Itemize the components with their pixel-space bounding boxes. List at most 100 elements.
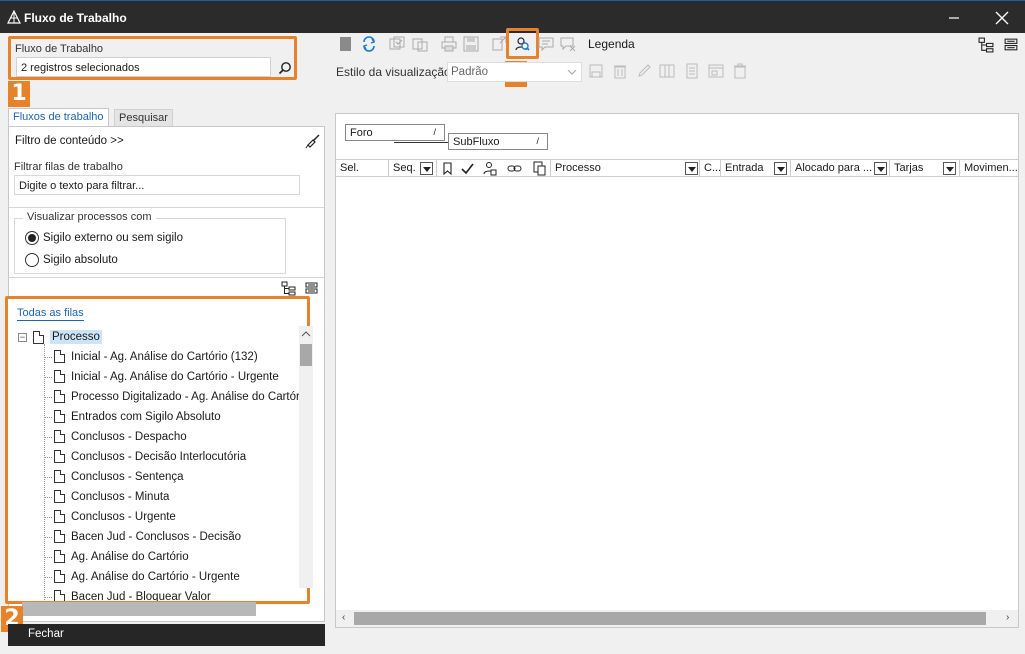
queue-item[interactable]: Conclusos - Decisão Interlocutória	[44, 450, 247, 463]
check-all-icon[interactable]	[389, 36, 405, 52]
view-style-value: Padrão	[451, 66, 489, 78]
tree-view-icon[interactable]	[978, 37, 994, 53]
queue-item[interactable]: Entrados com Sigilo Absoluto	[44, 410, 221, 423]
queue-item[interactable]: Conclusos - Despacho	[44, 430, 187, 443]
scroll-thumb[interactable]	[300, 344, 312, 366]
queue-item[interactable]: Ag. Análise do Cartório - Urgente	[44, 570, 240, 583]
queue-item-label: Conclusos - Decisão Interlocutória	[71, 450, 247, 463]
workflow-selector: Fluxo de Trabalho 2 registros selecionad…	[8, 36, 297, 80]
collapse-icon[interactable]: −	[18, 332, 27, 342]
scroll-up-arrow-icon[interactable]	[299, 328, 313, 340]
radio-external-secrecy[interactable]: Sigilo externo ou sem sigilo	[25, 231, 183, 245]
export-icon[interactable]	[491, 36, 507, 52]
save-style-icon[interactable]	[588, 63, 604, 79]
tree-root-processo[interactable]: − Processo	[18, 330, 102, 344]
column-entrada[interactable]: Entrada	[721, 160, 791, 177]
list-view-icon[interactable]	[304, 281, 319, 296]
edit-style-icon[interactable]	[636, 63, 652, 79]
link-icon[interactable]	[507, 161, 522, 176]
grid-horizontal-scrollbar[interactable]: ‹ ›	[336, 610, 1018, 627]
queue-item[interactable]: Conclusos - Minuta	[44, 490, 169, 503]
divider	[9, 207, 324, 208]
queue-item[interactable]: Processo Digitalizado - Ag. Análise do C…	[44, 390, 302, 403]
column-tarjas[interactable]: Tarjas	[890, 160, 960, 177]
search-icon	[278, 62, 291, 75]
column-seq[interactable]: Seq.	[389, 160, 437, 177]
legend-button[interactable]: Legenda	[588, 37, 635, 51]
queue-item[interactable]: Inicial - Ag. Análise do Cartório (132)	[44, 350, 258, 363]
column-c[interactable]: C...	[700, 160, 721, 177]
scroll-right-arrow-icon[interactable]: ›	[1006, 612, 1009, 623]
filter-dropdown-icon[interactable]	[420, 162, 433, 175]
workflow-search-button[interactable]	[275, 58, 295, 78]
clear-filter-brush-icon[interactable]	[305, 133, 321, 149]
filter-dropdown-icon[interactable]	[943, 162, 956, 175]
copy-icon[interactable]	[412, 36, 428, 52]
bookmark-icon[interactable]	[440, 161, 455, 176]
save-icon[interactable]	[463, 36, 479, 52]
queue-item[interactable]: Inicial - Ag. Análise do Cartório - Urge…	[44, 370, 279, 383]
scroll-left-arrow-icon[interactable]: ‹	[342, 612, 345, 623]
tree-view-icon[interactable]	[281, 281, 296, 296]
visualize-legend: Visualizar processos com	[23, 211, 156, 223]
refresh-icon[interactable]	[361, 36, 377, 52]
view-style-label: Estilo da visualização	[336, 65, 451, 79]
grid-header: Sel. Seq. Processo C... Entrada Alocado …	[336, 159, 1018, 177]
group-chip-subfluxo[interactable]: SubFluxo /	[448, 133, 548, 150]
document-icon	[54, 430, 65, 443]
delete-style-icon[interactable]	[612, 63, 628, 79]
find-responsible-icon[interactable]	[514, 36, 530, 52]
save-flag-icon[interactable]	[338, 36, 354, 52]
tree-vertical-scrollbar[interactable]	[299, 326, 313, 588]
queue-item-label: Conclusos - Despacho	[71, 430, 187, 443]
minimize-button[interactable]	[934, 6, 974, 30]
document-style-icon[interactable]	[684, 63, 700, 79]
queue-item[interactable]: Ag. Análise do Cartório	[44, 550, 189, 563]
all-queues-tab[interactable]: Todas as filas	[17, 307, 84, 321]
checkmark-icon[interactable]	[460, 161, 475, 176]
print-icon[interactable]	[441, 36, 457, 52]
document-icon	[54, 470, 65, 483]
queue-item[interactable]: Conclusos - Sentença	[44, 470, 184, 483]
document-icon	[54, 530, 65, 543]
close-icon	[995, 11, 1009, 25]
filter-dropdown-icon[interactable]	[774, 162, 787, 175]
group-chip-foro[interactable]: Foro /	[345, 124, 445, 141]
copy-document-icon[interactable]	[532, 161, 547, 176]
filter-dropdown-icon[interactable]	[685, 162, 698, 175]
content-filter-toggle[interactable]: Filtro de conteúdo >>	[15, 135, 124, 147]
close-button[interactable]	[982, 6, 1022, 30]
comment-icon[interactable]	[538, 36, 554, 52]
queue-item-label: Inicial - Ag. Análise do Cartório (132)	[71, 350, 258, 363]
queue-tree: Todas as filas − Processo Inicial - Ag. …	[5, 296, 310, 604]
queue-filter-input[interactable]: Digite o texto para filtrar...	[14, 175, 300, 195]
column-label: Alocado para ...	[795, 162, 873, 174]
column-alocado[interactable]: Alocado para ...	[791, 160, 890, 177]
delete-comment-icon[interactable]	[560, 36, 576, 52]
tree-horizontal-scrollbar[interactable]	[22, 602, 256, 616]
list-view-icon[interactable]	[1003, 37, 1019, 53]
radio-selected-icon	[25, 231, 39, 245]
chevron-down-icon	[567, 69, 577, 75]
tab-pesquisar[interactable]: Pesquisar	[114, 109, 173, 127]
queue-item[interactable]: Conclusos - Urgente	[44, 510, 176, 523]
column-processo[interactable]: Processo	[550, 160, 700, 177]
group-chip-label: SubFluxo	[453, 136, 500, 148]
view-style-select[interactable]: Padrão	[447, 62, 582, 82]
queue-filter-label: Filtrar filas de trabalho	[14, 161, 123, 173]
queue-item-label: Ag. Análise do Cartório - Urgente	[71, 570, 240, 583]
user-assign-icon[interactable]	[482, 161, 497, 176]
filter-dropdown-icon[interactable]	[874, 162, 887, 175]
radio-absolute-secrecy[interactable]: Sigilo absoluto	[25, 253, 118, 267]
callout-badge-1: 1	[8, 81, 30, 107]
column-sel[interactable]: Sel.	[336, 160, 389, 177]
columns-style-icon[interactable]	[659, 63, 675, 79]
close-footer-button[interactable]: Fechar	[8, 624, 325, 646]
scroll-thumb[interactable]	[354, 612, 986, 625]
column-movimento[interactable]: Movimen...	[960, 160, 1018, 177]
tab-fluxos[interactable]: Fluxos de trabalho	[8, 108, 109, 126]
workflow-input[interactable]: 2 registros selecionados	[16, 57, 271, 77]
queue-item[interactable]: Bacen Jud - Conclusos - Decisão	[44, 530, 241, 543]
trash-icon[interactable]	[732, 63, 748, 79]
window-style-icon[interactable]	[708, 63, 724, 79]
